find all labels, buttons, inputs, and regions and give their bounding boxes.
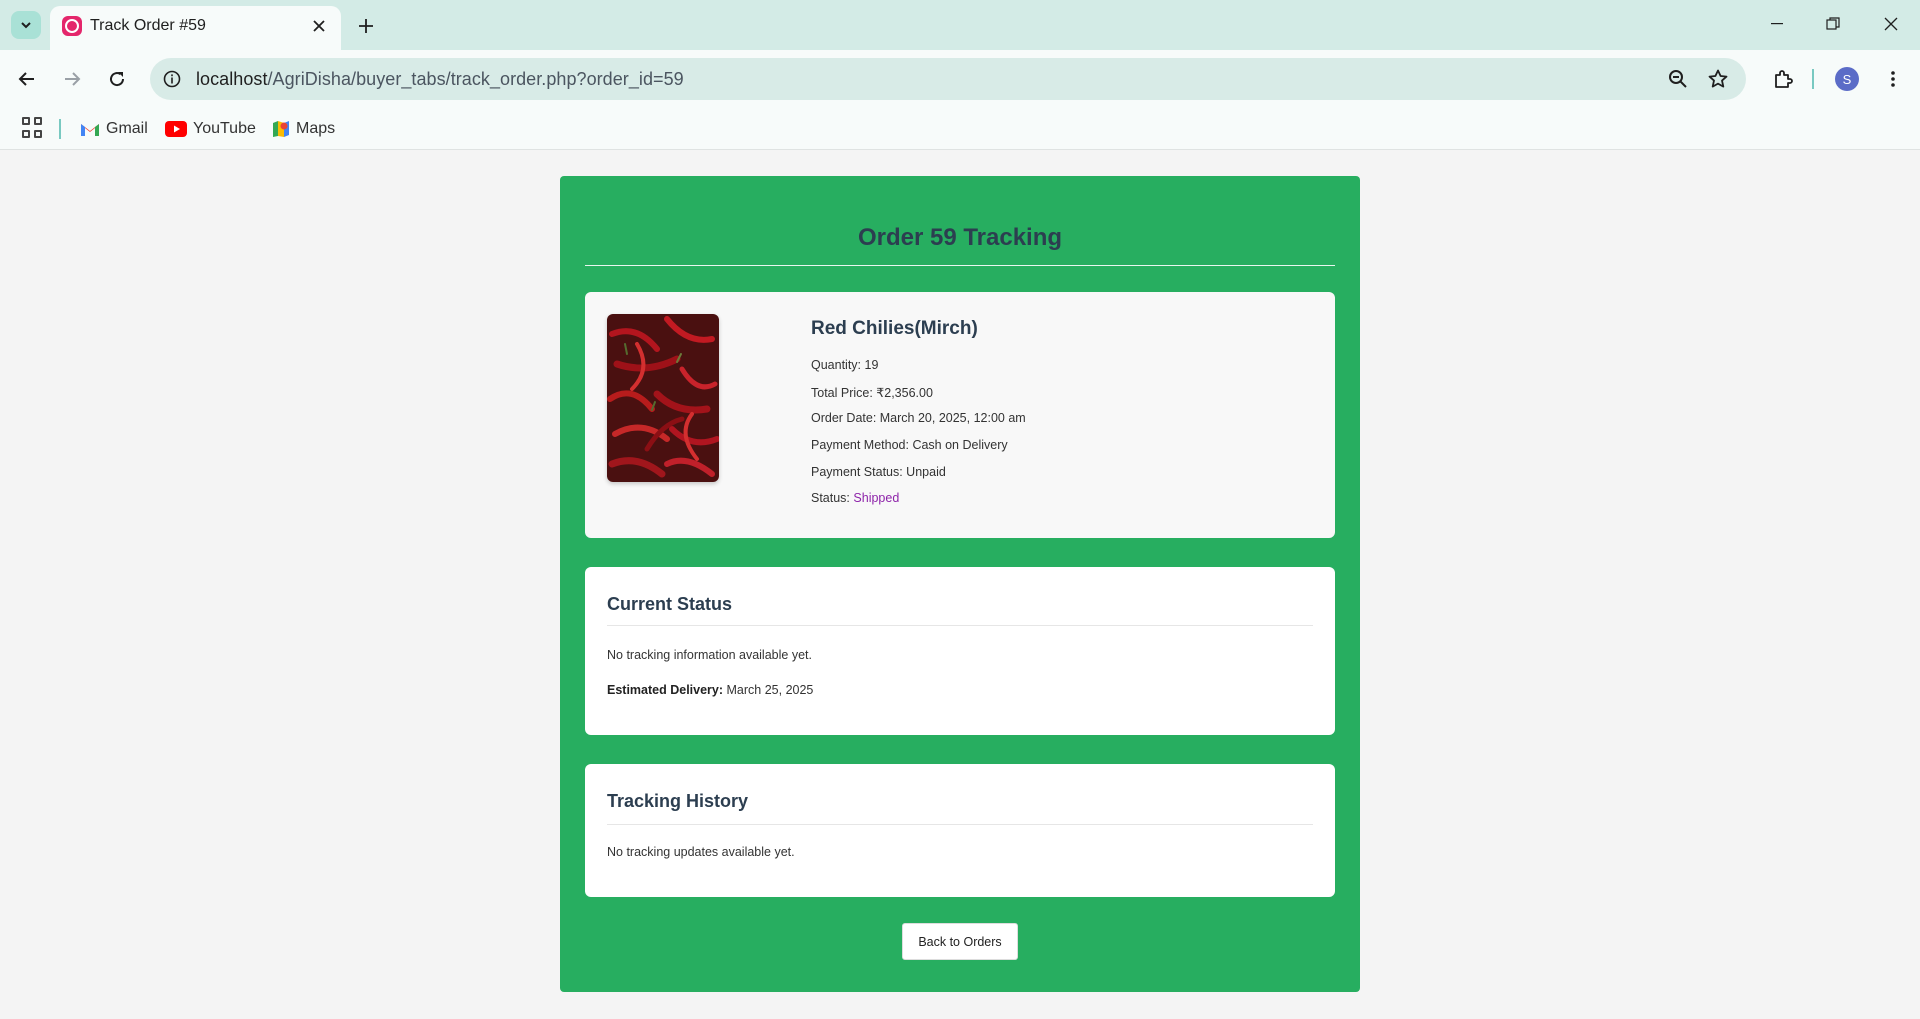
- page-title: Order 59 Tracking: [857, 224, 1063, 251]
- current-status-heading: Current Status: [607, 594, 733, 614]
- bookmarks-divider: [59, 119, 61, 139]
- section-divider: [607, 824, 1313, 825]
- chevron-down-icon: [21, 22, 31, 29]
- bookmark-gmail[interactable]: Gmail: [80, 116, 148, 142]
- bookmarks-bar: Gmail YouTube Maps: [0, 108, 1920, 150]
- kebab-menu-icon: [1891, 71, 1895, 87]
- status-badge: Shipped: [853, 491, 900, 505]
- close-window-icon: [1884, 17, 1898, 31]
- tracking-history-panel: Tracking History No tracking updates ava…: [585, 764, 1335, 897]
- gmail-icon: [81, 124, 99, 136]
- arrow-right-icon: [65, 72, 81, 86]
- reload-button[interactable]: [102, 64, 132, 94]
- order-date-text: Order Date: March 20, 2025, 12:00 am: [811, 411, 1026, 425]
- bookmark-youtube[interactable]: YouTube: [165, 116, 256, 142]
- bookmark-label: Maps: [296, 120, 336, 137]
- status-label: Status:: [811, 491, 850, 505]
- section-divider: [607, 625, 1313, 626]
- browser-toolbar: localhost/AgriDisha/buyer_tabs/track_ord…: [0, 50, 1920, 108]
- restore-icon: [1826, 17, 1840, 30]
- url-path: /AgriDisha/buyer_tabs/track_order.php?or…: [267, 69, 684, 89]
- toolbar-divider: [1812, 69, 1814, 89]
- bookmark-maps[interactable]: Maps: [272, 116, 335, 142]
- browser-tabstrip: Track Order #59: [0, 0, 1920, 50]
- tab-search-button[interactable]: [11, 11, 41, 39]
- product-details-panel: Red Chilies(Mirch) Quantity: 19 Total Pr…: [585, 292, 1335, 538]
- product-image: [607, 314, 719, 482]
- arrow-left-icon: [18, 72, 34, 86]
- order-tracking-card: Order 59 Tracking Red Chilies(Mirch) Qua…: [560, 176, 1360, 992]
- extensions-button[interactable]: [1768, 64, 1798, 94]
- restore-button[interactable]: [1813, 8, 1853, 40]
- product-name: Red Chilies(Mirch): [811, 318, 978, 339]
- quantity-text: Quantity: 19: [811, 358, 879, 372]
- profile-avatar[interactable]: S: [1835, 67, 1859, 91]
- payment-status-text: Payment Status: Unpaid: [811, 465, 946, 479]
- forward-nav-button[interactable]: [57, 64, 87, 94]
- close-icon: [313, 20, 325, 32]
- close-window-button[interactable]: [1871, 8, 1911, 40]
- maps-icon: [273, 121, 289, 137]
- minimize-icon: [1771, 23, 1783, 25]
- puzzle-icon: [1775, 70, 1793, 88]
- apps-grid-icon[interactable]: [22, 117, 44, 139]
- zoom-button[interactable]: [1666, 67, 1690, 91]
- total-price-text: Total Price: ₹2,356.00: [811, 386, 933, 400]
- site-info-icon[interactable]: [160, 67, 184, 91]
- estimated-delivery-value: March 25, 2025: [726, 683, 814, 697]
- tracking-history-heading: Tracking History: [607, 791, 749, 811]
- current-status-message: No tracking information available yet.: [607, 648, 812, 662]
- star-icon: [1708, 69, 1728, 88]
- tab-title: Track Order #59: [90, 17, 206, 34]
- payment-method-text: Payment Method: Cash on Delivery: [811, 438, 1008, 452]
- active-tab[interactable]: Track Order #59: [50, 6, 341, 50]
- minimize-button[interactable]: [1757, 8, 1797, 40]
- order-status: Status: Shipped: [811, 491, 899, 505]
- estimated-delivery: Estimated Delivery: March 25, 2025: [607, 683, 813, 697]
- address-bar[interactable]: localhost/AgriDisha/buyer_tabs/track_ord…: [150, 58, 1746, 100]
- reload-icon: [110, 72, 125, 87]
- new-tab-button[interactable]: [352, 12, 380, 40]
- youtube-icon: [165, 121, 187, 137]
- zoom-out-icon: [1669, 70, 1687, 88]
- current-status-panel: Current Status No tracking information a…: [585, 567, 1335, 735]
- url-host: localhost: [196, 69, 268, 89]
- browser-menu-button[interactable]: [1878, 64, 1908, 94]
- url-text: localhost/AgriDisha/buyer_tabs/track_ord…: [196, 69, 684, 90]
- bookmark-label: YouTube: [193, 120, 256, 137]
- title-divider: [585, 265, 1335, 266]
- estimated-delivery-label: Estimated Delivery:: [607, 683, 724, 697]
- plus-icon: [359, 19, 373, 33]
- bookmark-label: Gmail: [106, 120, 148, 137]
- back-nav-button[interactable]: [12, 64, 42, 94]
- back-to-orders-button[interactable]: Back to Orders: [902, 923, 1018, 960]
- tracking-history-message: No tracking updates available yet.: [607, 845, 795, 859]
- tab-close-button[interactable]: [309, 16, 329, 36]
- bookmark-star-button[interactable]: [1706, 67, 1730, 91]
- site-favicon-icon: [62, 16, 82, 36]
